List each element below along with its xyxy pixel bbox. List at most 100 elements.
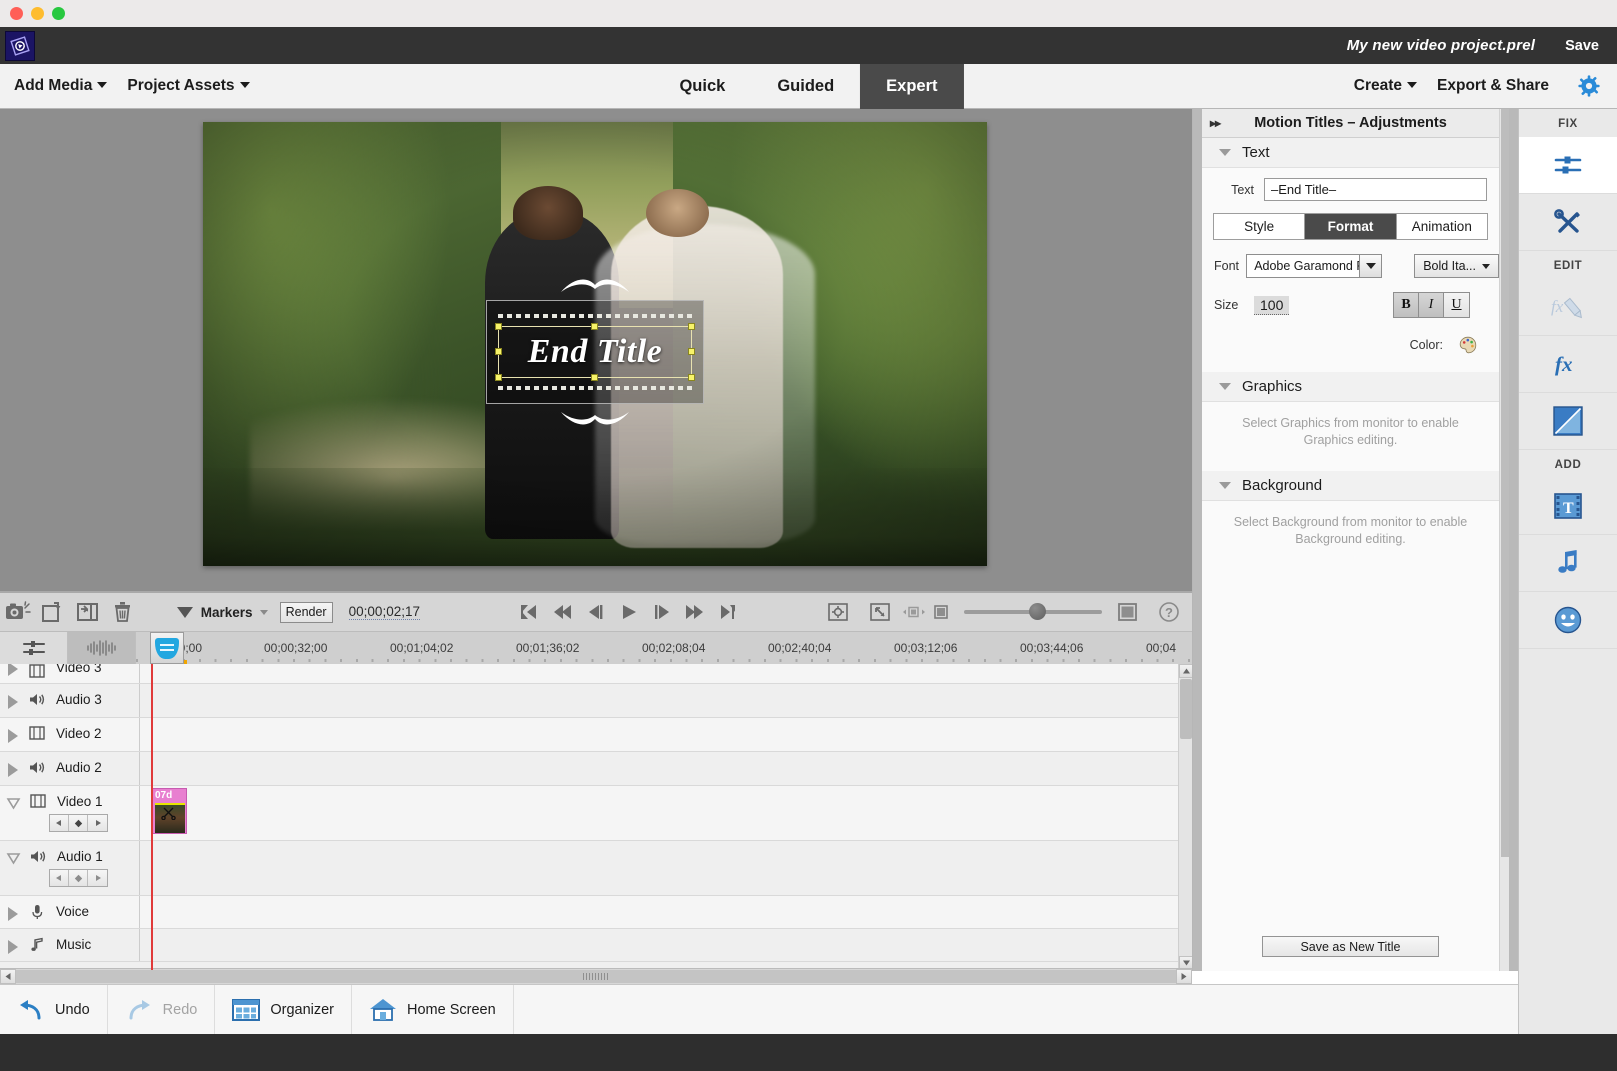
- markers-menu[interactable]: Markers: [177, 605, 268, 620]
- maximize-window-button[interactable]: [52, 7, 65, 20]
- undo-button[interactable]: Undo: [0, 985, 108, 1035]
- table-row[interactable]: Video 3: [0, 664, 1192, 684]
- organizer-button[interactable]: Organizer: [215, 985, 352, 1035]
- previous-keyframe-button[interactable]: [50, 870, 69, 886]
- collapse-triangle-icon[interactable]: [6, 851, 21, 865]
- resize-handle-tl[interactable]: [495, 323, 502, 330]
- title-text-input[interactable]: [1264, 178, 1487, 201]
- fit-to-screen-button[interactable]: [859, 592, 901, 633]
- expand-triangle-icon[interactable]: [8, 729, 18, 743]
- scroll-up-button[interactable]: [1179, 664, 1192, 678]
- section-header-text[interactable]: Text: [1202, 138, 1499, 168]
- track-lane-music[interactable]: [140, 929, 1192, 961]
- resize-handle-bc[interactable]: [591, 374, 598, 381]
- track-lane-video3[interactable]: [140, 664, 1192, 683]
- add-media-timeline-button[interactable]: [35, 592, 70, 633]
- zoom-in-button[interactable]: [1116, 601, 1140, 623]
- delete-button[interactable]: [106, 592, 141, 633]
- home-screen-button[interactable]: Home Screen: [352, 985, 514, 1035]
- font-style-select[interactable]: Bold Ita...: [1414, 254, 1499, 278]
- track-header-video3[interactable]: Video 3: [0, 664, 140, 683]
- tab-style[interactable]: Style: [1214, 214, 1305, 239]
- create-menu[interactable]: Create: [1348, 73, 1423, 99]
- save-as-new-title-button[interactable]: Save as New Title: [1262, 936, 1439, 957]
- timeline-ruler[interactable]: 00;00 00;00;32;00 00;01;04;02 00;01;36;0…: [136, 632, 1192, 664]
- rail-effects-mask-button[interactable]: fx: [1519, 279, 1617, 336]
- play-button[interactable]: [613, 592, 646, 633]
- rail-music-button[interactable]: [1519, 535, 1617, 592]
- close-window-button[interactable]: [10, 7, 23, 20]
- redo-button[interactable]: Redo: [108, 985, 216, 1035]
- zoom-slider-handle[interactable]: [1029, 603, 1046, 620]
- rail-tools-button[interactable]: [1519, 194, 1617, 251]
- track-header-video2[interactable]: Video 2: [0, 718, 140, 751]
- table-row[interactable]: Music: [0, 929, 1192, 962]
- track-header-voice[interactable]: Voice: [0, 896, 140, 928]
- timeline-clip[interactable]: 07d: [151, 788, 187, 834]
- chevron-down-icon[interactable]: [1219, 383, 1231, 390]
- help-button[interactable]: ?: [1158, 601, 1180, 623]
- font-family-select[interactable]: Adobe Garamond Pro: [1246, 254, 1382, 278]
- double-chevron-right-icon[interactable]: ▸▸: [1210, 116, 1220, 130]
- audio-waveform-button[interactable]: [68, 632, 136, 664]
- export-share-button[interactable]: Export & Share: [1431, 73, 1555, 99]
- track-header-audio3[interactable]: Audio 3: [0, 684, 140, 717]
- render-settings-button[interactable]: [817, 592, 859, 633]
- chevron-down-icon[interactable]: [1219, 149, 1231, 156]
- rail-adjustments-button[interactable]: [1519, 137, 1617, 194]
- project-assets-menu[interactable]: Project Assets: [121, 73, 255, 99]
- table-row[interactable]: Audio 1: [0, 841, 1192, 896]
- expand-triangle-icon[interactable]: [8, 695, 18, 709]
- title-overlay-selection[interactable]: End Title: [486, 300, 704, 404]
- playhead-handle[interactable]: [150, 632, 184, 664]
- resize-handle-tc[interactable]: [591, 323, 598, 330]
- track-header-music[interactable]: Music: [0, 929, 140, 961]
- zoom-level-button[interactable]: [932, 603, 950, 621]
- resize-handle-mr[interactable]: [688, 348, 695, 355]
- expand-triangle-icon[interactable]: [8, 907, 18, 921]
- italic-button[interactable]: I: [1419, 293, 1444, 317]
- resize-handle-br[interactable]: [688, 374, 695, 381]
- underline-button[interactable]: U: [1444, 293, 1469, 317]
- settings-gear-button[interactable]: [1577, 74, 1601, 98]
- panel-scrollbar-thumb[interactable]: [1501, 109, 1509, 857]
- go-to-end-button[interactable]: [712, 592, 745, 633]
- table-row[interactable]: Audio 3: [0, 684, 1192, 718]
- track-lane-video2[interactable]: [140, 718, 1192, 751]
- save-button[interactable]: Save: [1565, 38, 1599, 54]
- section-header-graphics[interactable]: Graphics: [1202, 372, 1499, 402]
- track-lane-audio3[interactable]: [140, 684, 1192, 717]
- timeline-view-button[interactable]: [0, 632, 68, 664]
- table-row[interactable]: Video 1 07d: [0, 786, 1192, 841]
- zoom-out-button[interactable]: [901, 604, 927, 620]
- next-keyframe-button[interactable]: [88, 815, 107, 831]
- resize-handle-bl[interactable]: [495, 374, 502, 381]
- track-header-audio2[interactable]: Audio 2: [0, 752, 140, 785]
- chevron-down-icon[interactable]: [1219, 482, 1231, 489]
- table-row[interactable]: Audio 2: [0, 752, 1192, 786]
- program-monitor[interactable]: End Title: [203, 122, 987, 566]
- rail-titles-button[interactable]: T: [1519, 478, 1617, 535]
- next-keyframe-button[interactable]: [88, 870, 107, 886]
- track-header-audio1[interactable]: Audio 1: [0, 841, 140, 895]
- expand-triangle-icon[interactable]: [8, 664, 18, 676]
- track-lane-audio1[interactable]: [140, 841, 1192, 895]
- section-header-background[interactable]: Background: [1202, 471, 1499, 501]
- add-media-menu[interactable]: Add Media: [8, 73, 113, 99]
- chevron-down-icon[interactable]: [1359, 255, 1381, 277]
- add-keyframe-button[interactable]: [69, 870, 88, 886]
- title-text-frame[interactable]: End Title: [498, 326, 692, 378]
- color-palette-icon[interactable]: [1459, 336, 1477, 354]
- track-header-video1[interactable]: Video 1: [0, 786, 140, 840]
- tab-format[interactable]: Format: [1305, 214, 1396, 239]
- timeline-horizontal-scrollbar[interactable]: [0, 968, 1192, 984]
- tab-animation[interactable]: Animation: [1397, 214, 1487, 239]
- tab-guided[interactable]: Guided: [751, 64, 860, 109]
- rail-transitions-button[interactable]: [1519, 393, 1617, 450]
- step-back-5-button[interactable]: [547, 592, 580, 633]
- scroll-right-button[interactable]: [1176, 969, 1192, 984]
- vertical-scrollbar-thumb[interactable]: [1180, 679, 1192, 739]
- collapse-triangle-icon[interactable]: [6, 796, 21, 810]
- rail-effects-button[interactable]: fx: [1519, 336, 1617, 393]
- go-to-start-button[interactable]: [514, 592, 547, 633]
